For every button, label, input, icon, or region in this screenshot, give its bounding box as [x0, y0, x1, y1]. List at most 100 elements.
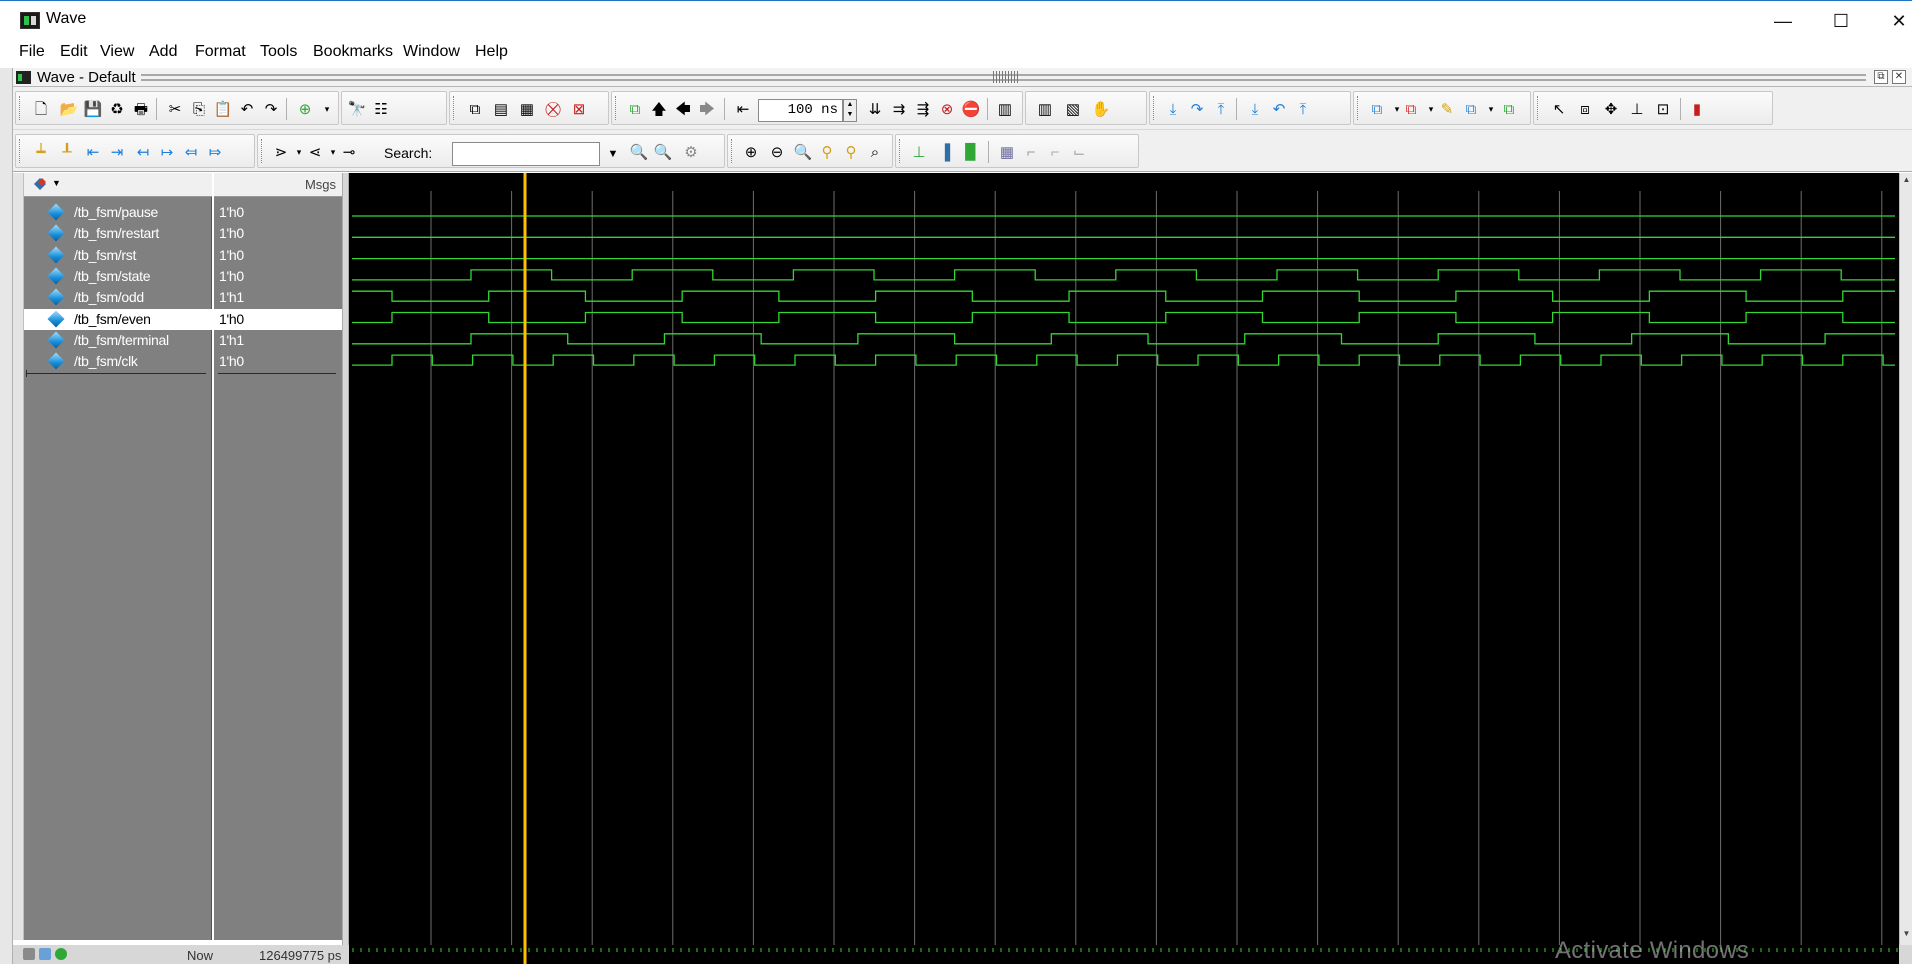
new-file-icon[interactable]: 🗋: [30, 99, 52, 119]
wave-step-icon[interactable]: ⌐: [1020, 142, 1042, 162]
add-wave-icon[interactable]: ⊕: [294, 99, 316, 119]
signal-row[interactable]: /tb_fsm/state: [24, 266, 212, 287]
toolbar-grip[interactable]: [1537, 96, 1540, 120]
menu-format[interactable]: Format: [191, 43, 250, 61]
step-into-icon[interactable]: ⤓: [1162, 99, 1184, 119]
zoom-full-icon[interactable]: 🔍: [792, 142, 814, 162]
wave-format-icon[interactable]: ⧉: [1460, 99, 1482, 119]
find-icon[interactable]: 🔭: [346, 99, 368, 119]
toolbar-grip[interactable]: [261, 139, 264, 163]
scroll-down-icon[interactable]: ▼: [1901, 929, 1912, 941]
reload-icon[interactable]: ♻: [106, 99, 128, 119]
zoom-cursor-icon[interactable]: ⚲: [816, 142, 838, 162]
prev-falling-edge-icon[interactable]: ↤: [132, 142, 154, 162]
next-rising-edge-icon[interactable]: ⤇: [204, 142, 226, 162]
zoom-mode-icon[interactable]: ⧈: [1574, 99, 1596, 119]
cursor-icon[interactable]: [23, 948, 35, 960]
add-wave-dropdown-icon[interactable]: ▾: [316, 99, 338, 119]
menu-help[interactable]: Help: [471, 43, 512, 61]
grid-line-icon[interactable]: ⊥: [908, 142, 930, 162]
redo-icon[interactable]: ↷: [260, 99, 282, 119]
signal-row[interactable]: /tb_fsm/rst: [24, 245, 212, 266]
search-prev-icon[interactable]: 🔍: [628, 142, 650, 162]
search-input[interactable]: [452, 142, 600, 166]
toolbar-grip[interactable]: [453, 96, 456, 120]
run-environment-icon[interactable]: ⧉: [624, 99, 646, 119]
performance-icon[interactable]: ▥: [994, 99, 1016, 119]
menu-bookmarks[interactable]: Bookmarks: [309, 43, 397, 61]
menu-file[interactable]: File: [15, 43, 49, 61]
toolbar-grip[interactable]: [19, 139, 22, 163]
toolbar-grip[interactable]: [615, 96, 618, 120]
signal-value[interactable]: 1'h0: [214, 266, 342, 287]
next-falling-edge-icon[interactable]: ↦: [156, 142, 178, 162]
toolbar-grip[interactable]: [19, 96, 22, 120]
layout-icon[interactable]: ⧉: [1366, 99, 1388, 119]
step-out-icon[interactable]: ⤒: [1210, 99, 1232, 119]
signal-value[interactable]: 1'h0: [214, 223, 342, 244]
print-icon[interactable]: 🖶: [130, 99, 152, 119]
save-icon[interactable]: 💾: [82, 99, 104, 119]
compile-icon[interactable]: ⧉: [464, 99, 486, 119]
paste-icon[interactable]: 📋: [212, 99, 234, 119]
signal-value[interactable]: 1'h1: [214, 287, 342, 308]
add-cursor-icon[interactable]: [39, 948, 51, 960]
menu-view[interactable]: View: [96, 43, 138, 61]
step-over-icon[interactable]: ↷: [1186, 99, 1208, 119]
signal-value[interactable]: 1'h0: [214, 202, 342, 223]
zoom-in-icon[interactable]: ⊕: [740, 142, 762, 162]
pane-splitter[interactable]: [342, 173, 349, 964]
step-over-back-icon[interactable]: ↶: [1268, 99, 1290, 119]
maximize-button[interactable]: ☐: [1812, 1, 1870, 41]
back-arrow-icon[interactable]: 🡄: [672, 99, 694, 119]
wave-rise-icon[interactable]: ⌐: [1044, 142, 1066, 162]
cut-icon[interactable]: ✂: [164, 99, 186, 119]
run-icon[interactable]: ⇊: [864, 99, 886, 119]
open-folder-icon[interactable]: 📂: [58, 99, 80, 119]
restart-icon[interactable]: ⇤: [732, 99, 754, 119]
undo-icon[interactable]: ↶: [236, 99, 258, 119]
wave-fall-icon[interactable]: ⌙: [1068, 142, 1090, 162]
break-run-icon[interactable]: ⊗: [936, 99, 958, 119]
list-view-icon[interactable]: ☷: [370, 99, 392, 119]
signal-row[interactable]: /tb_fsm/restart: [24, 223, 212, 244]
measure-mode-icon[interactable]: ⊡: [1652, 99, 1674, 119]
stop-drawing-icon[interactable]: ▮: [1686, 99, 1708, 119]
run-length-input[interactable]: 100 ns: [758, 99, 843, 122]
zoom-last-icon[interactable]: ⌕: [864, 142, 886, 162]
step-into-back-icon[interactable]: ⤓: [1244, 99, 1266, 119]
frame-close-icon[interactable]: ✕: [1892, 70, 1906, 84]
next-edge-icon[interactable]: ⇥: [106, 142, 128, 162]
memory-profile-icon[interactable]: ▥: [1034, 99, 1056, 119]
zoom-out-icon[interactable]: ⊖: [766, 142, 788, 162]
insert-cursor-icon[interactable]: ┷: [30, 142, 52, 162]
forward-arrow-icon[interactable]: 🡆: [696, 99, 718, 119]
edit-mode-icon[interactable]: ⊥: [1626, 99, 1648, 119]
break-icon[interactable]: ⛒: [542, 99, 564, 119]
wave-group-icon[interactable]: [32, 176, 50, 191]
wave-bar-icon[interactable]: ▐: [934, 142, 956, 162]
wave-compare-icon[interactable]: ⧉: [1400, 99, 1422, 119]
toolbar-grip[interactable]: [1357, 96, 1360, 120]
scroll-up-icon[interactable]: ▲: [1901, 175, 1912, 187]
menu-add[interactable]: Add: [145, 43, 181, 61]
signal-value[interactable]: 1'h0: [214, 245, 342, 266]
toolbar-grip[interactable]: [731, 139, 734, 163]
menu-tools[interactable]: Tools: [256, 43, 301, 61]
search-next-icon[interactable]: 🔍: [652, 142, 674, 162]
signal-row[interactable]: /tb_fsm/even: [24, 309, 212, 330]
up-arrow-icon[interactable]: 🡅: [648, 99, 670, 119]
close-button[interactable]: ✕: [1870, 1, 1912, 41]
lock-cursor-icon[interactable]: [55, 948, 67, 960]
minimize-button[interactable]: —: [1754, 1, 1812, 41]
signal-value[interactable]: 1'h1: [214, 330, 342, 351]
menu-window[interactable]: Window: [399, 43, 464, 61]
stop-icon[interactable]: ⛔: [960, 99, 982, 119]
copy-icon[interactable]: ⎘: [188, 99, 210, 119]
zoom-between-cursors-icon[interactable]: ⚲: [840, 142, 862, 162]
signal-value[interactable]: 1'h0: [214, 351, 342, 372]
toolbar-grip[interactable]: [899, 139, 902, 163]
toolbar-grip[interactable]: [1153, 96, 1156, 120]
continue-run-icon[interactable]: ⇉: [888, 99, 910, 119]
menu-edit[interactable]: Edit: [56, 43, 92, 61]
